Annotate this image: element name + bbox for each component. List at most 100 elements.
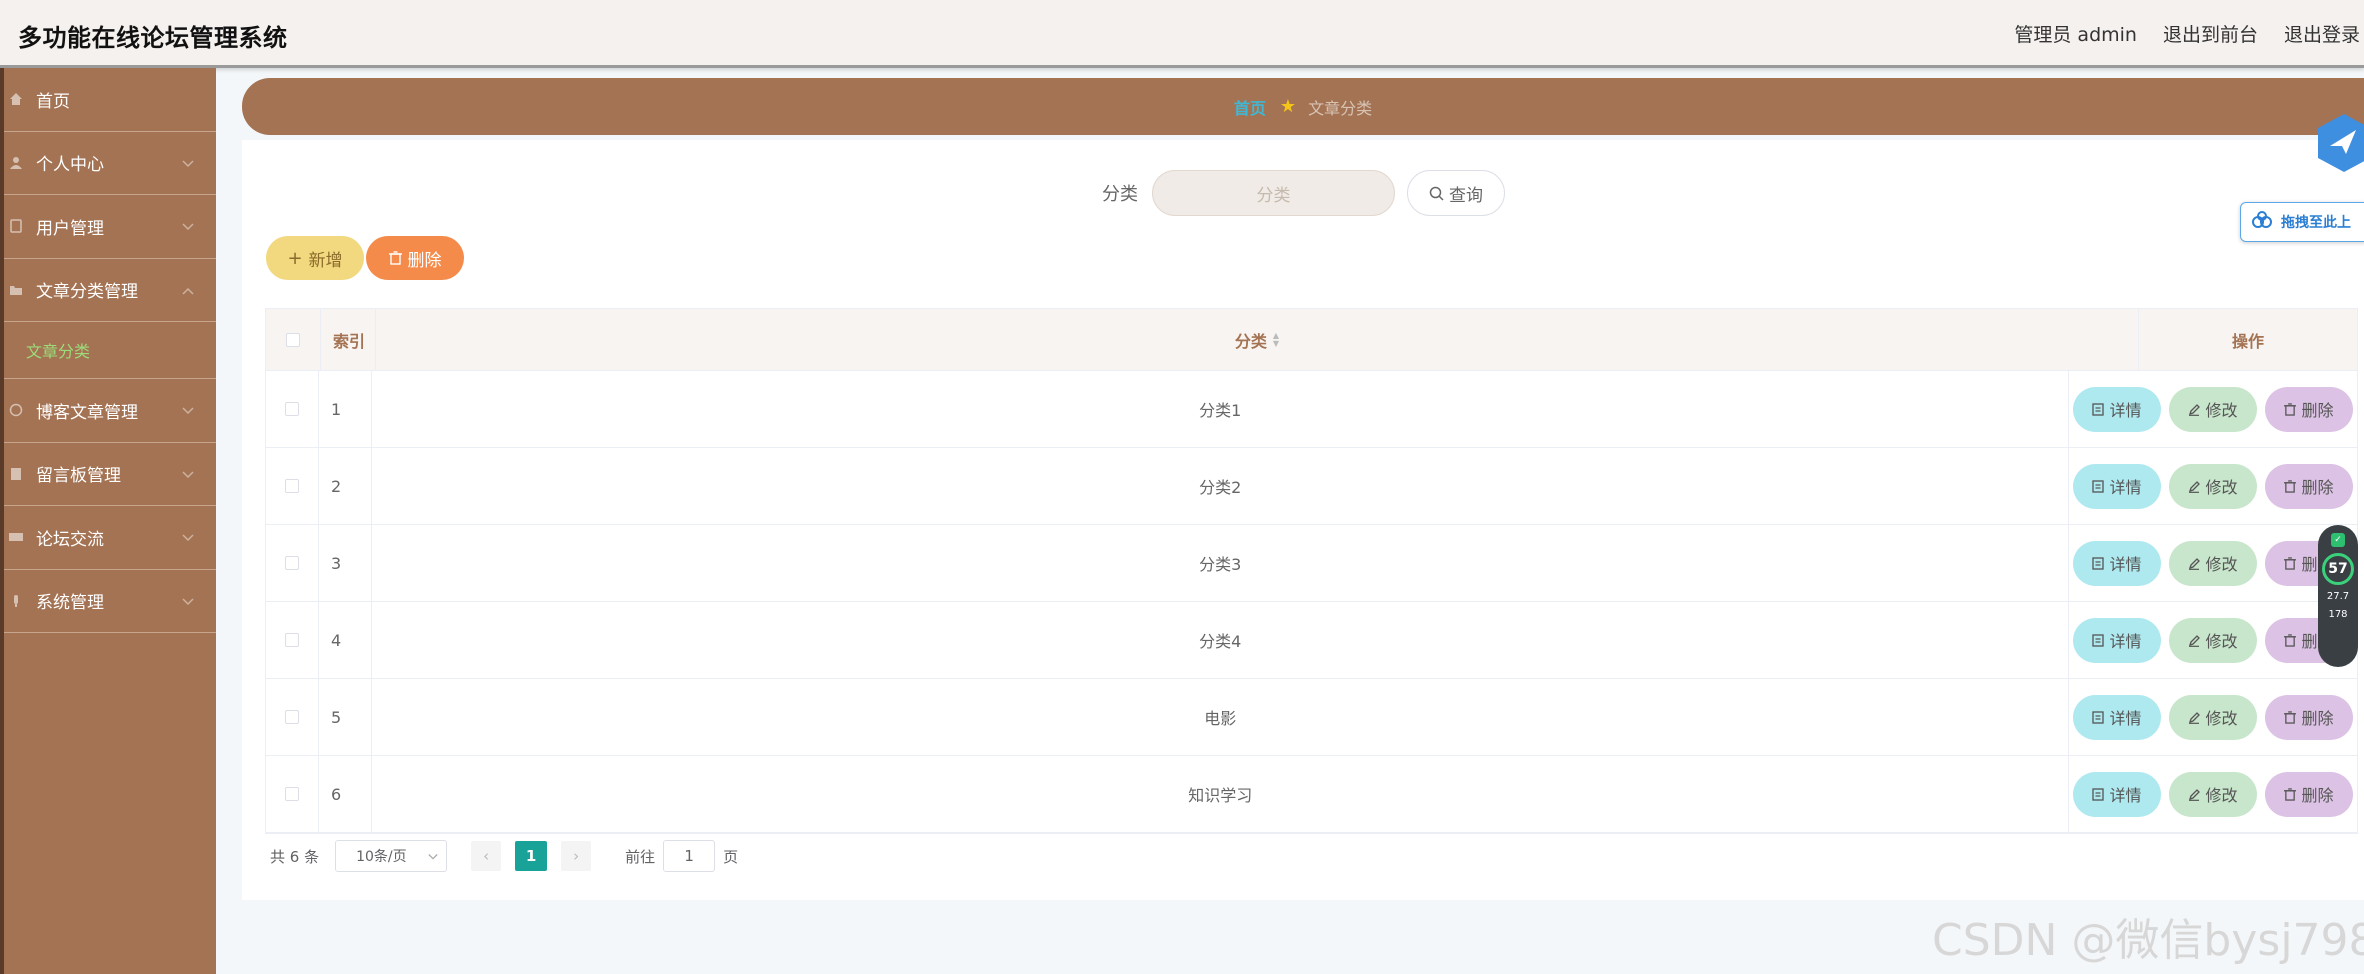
sidebar-item-messages[interactable]: 留言板管理 <box>4 443 216 506</box>
delete-button-label: 删除 <box>407 250 442 271</box>
row-checkbox[interactable] <box>284 402 299 416</box>
detail-label: 详情 <box>2109 555 2142 574</box>
detail-button[interactable]: 详情 <box>2073 617 2161 663</box>
detail-button[interactable]: 详情 <box>2073 386 2161 432</box>
detail-label: 详情 <box>2109 786 2142 805</box>
edit-button[interactable]: 修改 <box>2169 386 2257 432</box>
edit-label: 修改 <box>2205 478 2238 497</box>
trash-icon <box>2284 633 2297 647</box>
sidebar-item-blog[interactable]: 博客文章管理 <box>4 379 216 443</box>
star-icon: ★ <box>1279 96 1297 117</box>
chevron-down-icon <box>182 591 194 611</box>
chevron-down-icon <box>428 849 438 865</box>
page-size-select[interactable]: 10条/页 <box>335 840 448 872</box>
delete-button[interactable]: 删除 <box>2265 694 2353 740</box>
row-index: 6 <box>319 756 373 832</box>
add-button[interactable]: + 新增 <box>266 236 364 280</box>
detail-button[interactable]: 详情 <box>2073 463 2161 509</box>
chevron-down-icon <box>182 464 194 484</box>
sort-icon[interactable]: ▲ ▼ <box>1273 331 1279 348</box>
goto-unit: 页 <box>723 847 739 866</box>
chevron-down-icon <box>182 400 194 420</box>
page-number-current[interactable]: 1 <box>515 841 548 871</box>
category-search-input[interactable]: 分类 <box>1152 170 1395 216</box>
next-page-button[interactable]: › <box>561 841 592 871</box>
goto-label: 前往 <box>625 847 656 866</box>
edit-label: 修改 <box>2205 401 2238 420</box>
breadcrumb-home[interactable]: 首页 <box>1234 95 1266 119</box>
edit-button[interactable]: 修改 <box>2169 540 2257 586</box>
detail-button[interactable]: 详情 <box>2073 540 2161 586</box>
sidebar-item-system[interactable]: 系统管理 <box>4 570 216 633</box>
header-category[interactable]: 分类 ▲ ▼ <box>376 309 2139 370</box>
cpu-percent: 57 <box>2322 553 2354 585</box>
page-size-value: 10条/页 <box>356 849 407 865</box>
delete-button[interactable]: 删除 <box>2265 771 2353 817</box>
delete-button[interactable]: 删除 <box>2265 463 2353 509</box>
sidebar-item-label: 论坛交流 <box>36 529 104 550</box>
search-label: 分类 <box>1102 184 1138 205</box>
detail-label: 详情 <box>2109 709 2142 728</box>
detail-label: 详情 <box>2109 632 2142 651</box>
edit-label: 修改 <box>2205 555 2238 574</box>
row-checkbox[interactable] <box>284 633 299 647</box>
category-table: 索引 分类 ▲ ▼ 操作 1 分类1 详情 修改 删除 2 分类2 详情 修改 … <box>265 308 2358 834</box>
row-index: 4 <box>319 602 373 678</box>
edit-button[interactable]: 修改 <box>2169 617 2257 663</box>
logout-link[interactable]: 退出登录 <box>2284 20 2360 47</box>
row-category: 分类4 <box>372 602 2069 678</box>
table-row: 4 分类4 详情 修改 删除 <box>266 602 2357 679</box>
select-all-checkbox[interactable] <box>286 332 300 347</box>
row-checkbox[interactable] <box>284 787 299 801</box>
sidebar-subitem-article-category[interactable]: 文章分类 <box>4 322 216 379</box>
detail-button[interactable]: 详情 <box>2073 771 2161 817</box>
sidebar-item-article-category[interactable]: 文章分类管理 <box>4 259 216 322</box>
row-category: 分类3 <box>372 525 2069 601</box>
table-row: 1 分类1 详情 修改 删除 <box>266 371 2357 448</box>
row-index: 1 <box>319 371 373 447</box>
doc-icon <box>2092 710 2105 724</box>
front-link[interactable]: 退出到前台 <box>2163 20 2258 47</box>
trash-icon <box>2284 402 2297 416</box>
sidebar-item-home[interactable]: 首页 <box>4 68 216 132</box>
bird-logo-icon[interactable] <box>2316 112 2364 174</box>
row-checkbox[interactable] <box>284 556 299 570</box>
table-header: 索引 分类 ▲ ▼ 操作 <box>266 309 2357 371</box>
sidebar-item-profile[interactable]: 个人中心 <box>4 132 216 195</box>
row-checkbox[interactable] <box>284 479 299 493</box>
row-index: 5 <box>319 679 373 755</box>
app-title: 多功能在线论坛管理系统 <box>18 24 288 52</box>
main-content: 首页 ★ 文章分类 分类 分类 查询 + 新增 删除 索引 分类 ▲ ▼ 操作 … <box>242 78 2364 900</box>
sidebar-item-label: 博客文章管理 <box>36 402 138 423</box>
table-body: 1 分类1 详情 修改 删除 2 分类2 详情 修改 删除 3 分类3 详情 修… <box>266 371 2357 833</box>
drag-upload-widget[interactable]: 拖拽至此上 <box>2240 202 2364 242</box>
sidebar-item-label: 留言板管理 <box>36 466 121 487</box>
batch-delete-button[interactable]: 删除 <box>366 236 464 280</box>
row-category: 分类2 <box>372 448 2069 524</box>
toolbar: + 新增 删除 <box>266 236 464 280</box>
goto-page-input[interactable]: 1 <box>663 840 716 872</box>
doc-icon <box>2092 787 2105 801</box>
edit-button[interactable]: 修改 <box>2169 694 2257 740</box>
upload-speed: 27.7 <box>2326 591 2350 602</box>
delete-button[interactable]: 删除 <box>2265 386 2353 432</box>
row-category: 分类1 <box>372 371 2069 447</box>
row-actions: 详情 修改 删除 <box>2069 602 2357 678</box>
row-checkbox[interactable] <box>284 710 299 724</box>
chevron-down-icon <box>182 527 194 547</box>
search-button[interactable]: 查询 <box>1407 170 1505 216</box>
system-monitor-widget[interactable]: ✓ 57 27.7 178 <box>2318 525 2358 667</box>
sidebar-item-users[interactable]: 用户管理 <box>4 195 216 259</box>
content-card: 分类 分类 查询 + 新增 删除 索引 分类 ▲ ▼ 操作 1 分类1 详情 修… <box>242 140 2364 900</box>
edit-label: 修改 <box>2205 786 2238 805</box>
header-ops: 操作 <box>2231 331 2264 351</box>
prev-page-button[interactable]: ‹ <box>471 841 502 871</box>
sidebar-item-forum[interactable]: 论坛交流 <box>4 506 216 570</box>
folder-icon <box>8 282 24 298</box>
row-category: 知识学习 <box>372 756 2069 832</box>
edit-button[interactable]: 修改 <box>2169 463 2257 509</box>
cloud-icon <box>2251 211 2273 233</box>
edit-button[interactable]: 修改 <box>2169 771 2257 817</box>
detail-button[interactable]: 详情 <box>2073 694 2161 740</box>
trash-icon <box>2284 787 2297 801</box>
